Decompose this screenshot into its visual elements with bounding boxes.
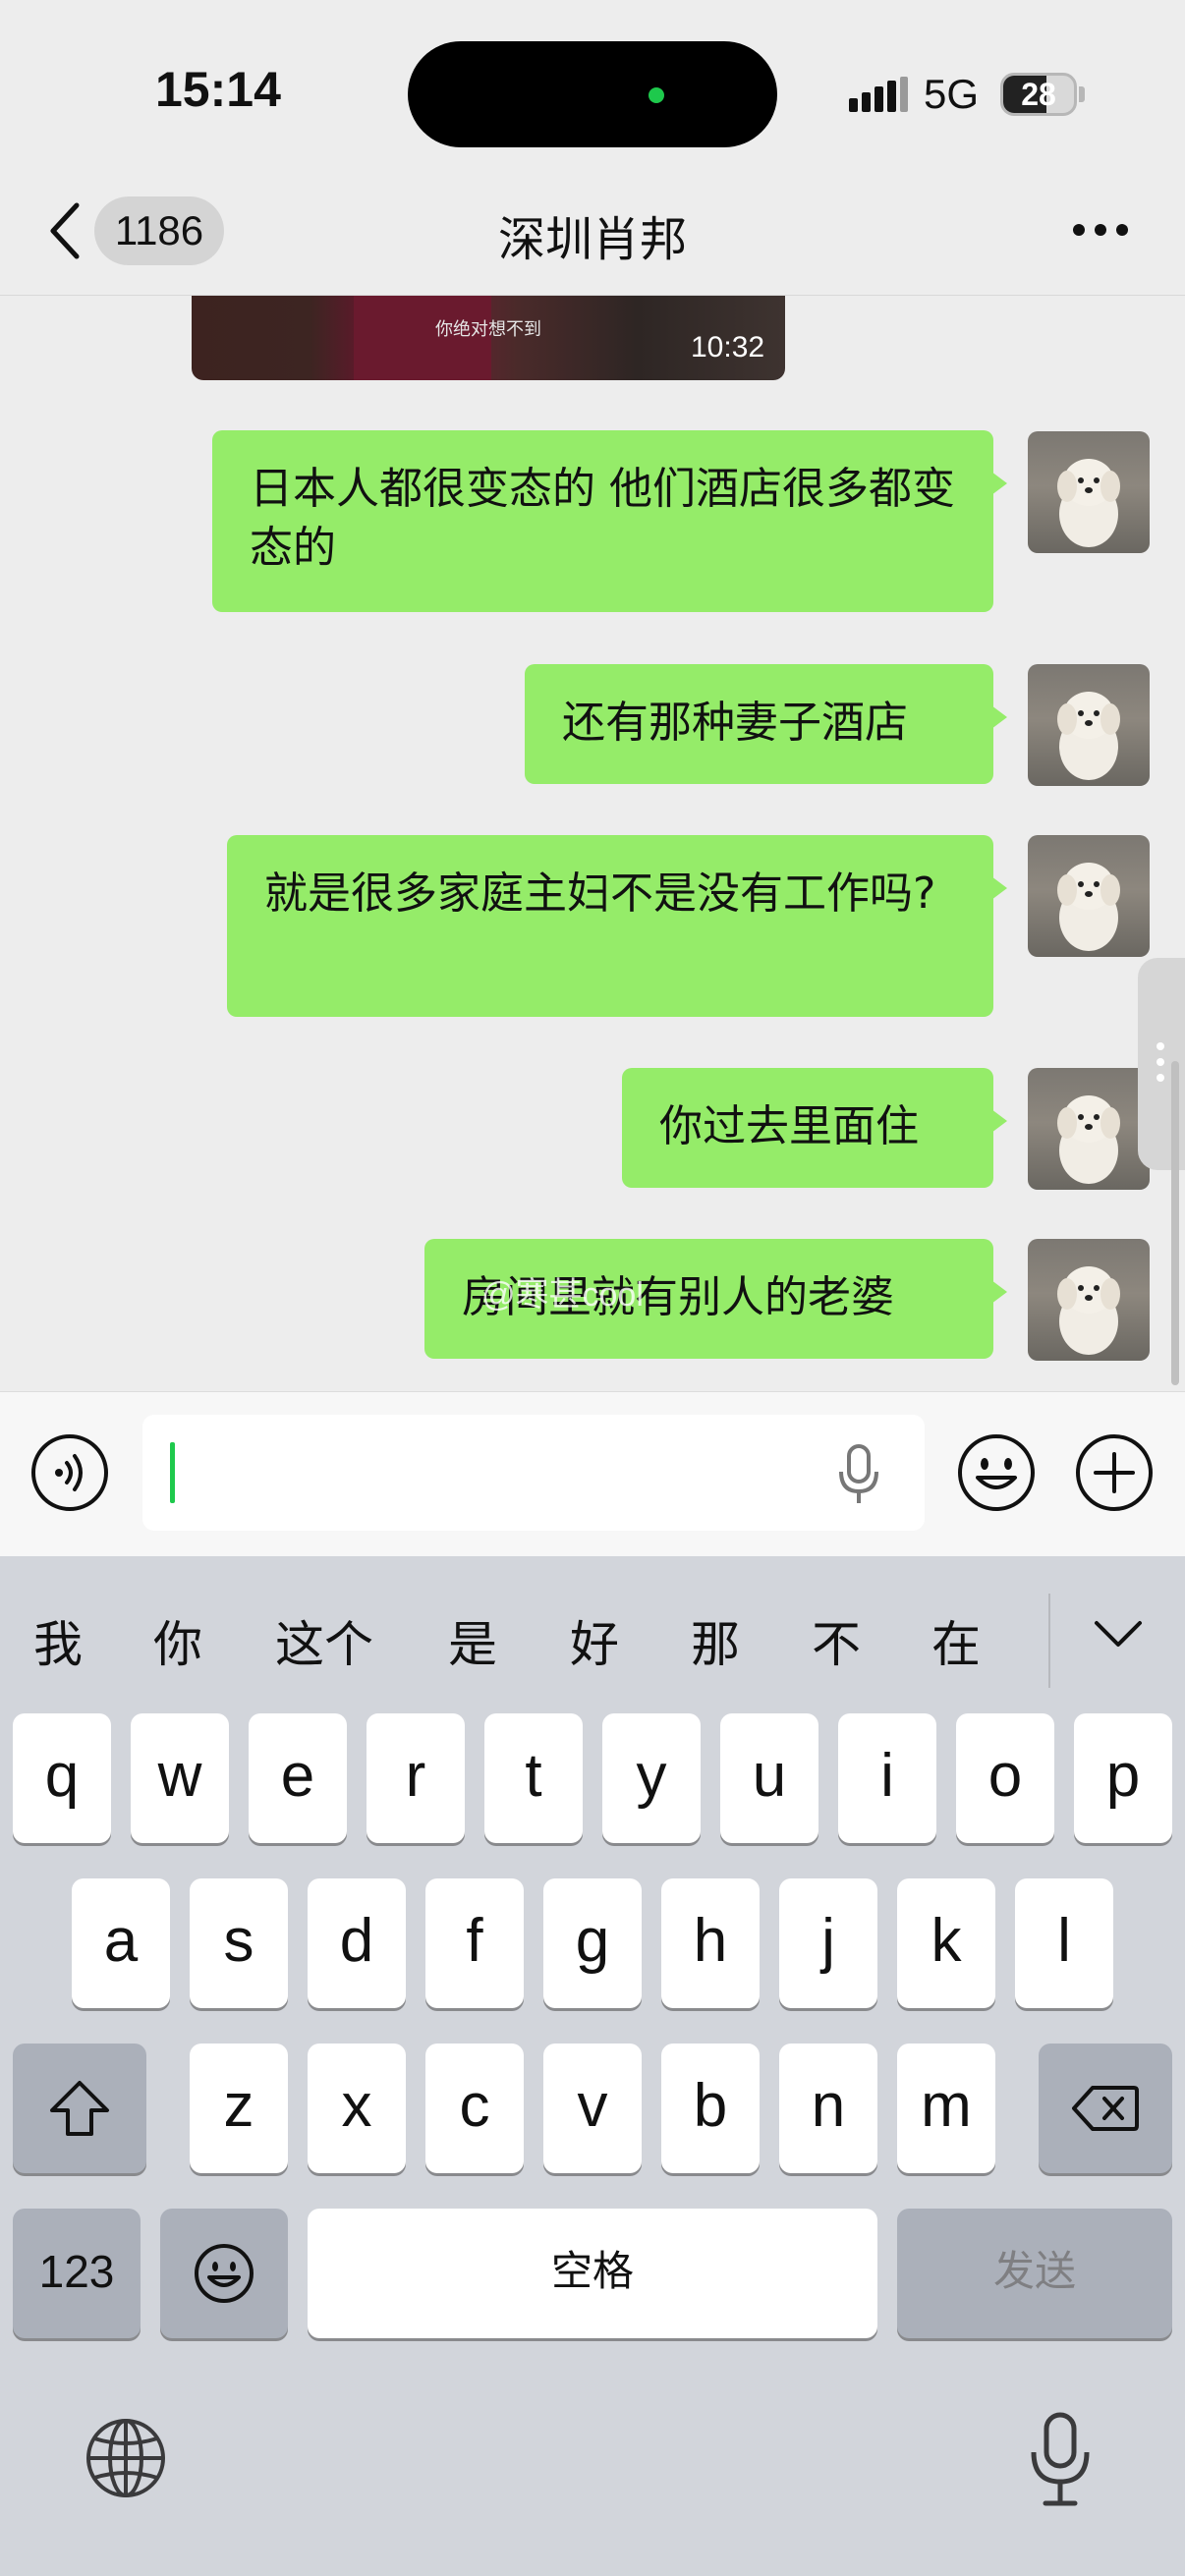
candidate-word[interactable]: 我 (33, 1605, 83, 1676)
key-z[interactable]: z (190, 2044, 288, 2173)
key-o[interactable]: o (956, 1713, 1054, 1843)
message-text: 日本人都很变态的 他们酒店很多都变态的 (250, 464, 955, 573)
candidate-word[interactable]: 你 (153, 1605, 202, 1676)
message-text: 你过去里面住 (659, 1101, 919, 1151)
back-icon[interactable] (47, 201, 81, 260)
key-x[interactable]: x (308, 2044, 406, 2173)
key-q[interactable]: q (13, 1713, 111, 1843)
backspace-icon (1072, 2086, 1139, 2131)
backspace-key[interactable] (1039, 2044, 1172, 2173)
key-r[interactable]: r (367, 1713, 465, 1843)
key-c[interactable]: c (425, 2044, 524, 2173)
collapse-icon[interactable] (1093, 1619, 1144, 1649)
key-h[interactable]: h (661, 1878, 760, 2008)
network-type: 5G (924, 71, 980, 117)
dog-avatar-image (1057, 1095, 1120, 1184)
key-f[interactable]: f (425, 1878, 524, 2008)
battery-tip (1079, 86, 1085, 102)
avatar[interactable] (1028, 1239, 1150, 1361)
avatar[interactable] (1028, 431, 1150, 553)
key-j[interactable]: j (779, 1878, 877, 2008)
globe-icon[interactable] (85, 2417, 167, 2499)
voice-icon[interactable] (29, 1432, 110, 1513)
key-d[interactable]: d (308, 1878, 406, 2008)
key-g[interactable]: g (543, 1878, 642, 2008)
key-s[interactable]: s (190, 1878, 288, 2008)
camera-indicator-dot (649, 87, 664, 103)
dog-avatar-image (1057, 692, 1120, 780)
emoji-key[interactable] (160, 2209, 288, 2338)
shift-key[interactable] (13, 2044, 146, 2173)
numbers-key[interactable]: 123 (13, 2209, 141, 2338)
candidate-word[interactable]: 这个 (275, 1605, 373, 1676)
key-t[interactable]: t (484, 1713, 583, 1843)
dog-avatar-image (1057, 863, 1120, 951)
message-bubble[interactable]: 日本人都很变态的 他们酒店很多都变态的 (212, 430, 1007, 612)
message-input[interactable] (142, 1415, 925, 1531)
key-k[interactable]: k (897, 1878, 995, 2008)
key-p[interactable]: p (1074, 1713, 1172, 1843)
video-message[interactable]: 你绝对想不到 10:32 (192, 296, 785, 380)
key-e[interactable]: e (249, 1713, 347, 1843)
video-duration: 10:32 (691, 331, 765, 364)
drawer-dots-icon (1157, 1042, 1164, 1082)
key-i[interactable]: i (838, 1713, 936, 1843)
microphone-icon[interactable] (1026, 2411, 1095, 2509)
microphone-icon[interactable] (835, 1444, 882, 1505)
watermark: @寒甚cool (481, 1276, 644, 1314)
message-text: 就是很多家庭主妇不是没有工作吗? (264, 868, 936, 919)
send-key[interactable]: 发送 (897, 2209, 1172, 2338)
emoji-icon (195, 2244, 254, 2303)
key-l[interactable]: l (1015, 1878, 1113, 2008)
emoji-icon[interactable] (956, 1432, 1037, 1513)
key-w[interactable]: w (131, 1713, 229, 1843)
chat-title: 深圳肖邦 (497, 212, 687, 267)
plus-icon[interactable] (1074, 1432, 1155, 1513)
candidate-word[interactable]: 不 (812, 1605, 861, 1676)
avatar[interactable] (1028, 835, 1150, 957)
key-b[interactable]: b (661, 2044, 760, 2173)
dynamic-island (408, 41, 777, 147)
space-key[interactable]: 空格 (308, 2209, 877, 2338)
avatar[interactable] (1028, 664, 1150, 786)
key-n[interactable]: n (779, 2044, 877, 2173)
key-u[interactable]: u (720, 1713, 818, 1843)
candidate-word[interactable]: 那 (691, 1605, 740, 1676)
message-bubble[interactable]: 就是很多家庭主妇不是没有工作吗? (227, 835, 1007, 1017)
avatar[interactable] (1028, 1068, 1150, 1190)
scrollbar[interactable] (1171, 1061, 1179, 1385)
candidate-divider (1048, 1594, 1050, 1688)
key-v[interactable]: v (543, 2044, 642, 2173)
shift-icon (50, 2081, 109, 2136)
text-cursor (170, 1442, 175, 1503)
more-icon[interactable] (1071, 222, 1130, 238)
candidate-word[interactable]: 好 (570, 1605, 619, 1676)
message-text: 还有那种妻子酒店 (562, 698, 908, 748)
candidate-word[interactable]: 在 (931, 1605, 981, 1676)
key-a[interactable]: a (72, 1878, 170, 2008)
candidate-word[interactable]: 是 (448, 1605, 497, 1676)
status-time: 15:14 (155, 62, 281, 117)
dog-avatar-image (1057, 1266, 1120, 1355)
battery-percent: 28 (1021, 77, 1056, 112)
message-bubble[interactable]: 你过去里面住 (622, 1068, 1007, 1188)
dog-avatar-image (1057, 459, 1120, 547)
signal-icon (849, 77, 908, 112)
message-bubble[interactable]: 还有那种妻子酒店 (525, 664, 1007, 784)
unread-count-badge[interactable]: 1186 (94, 196, 224, 265)
key-y[interactable]: y (602, 1713, 701, 1843)
key-m[interactable]: m (897, 2044, 995, 2173)
